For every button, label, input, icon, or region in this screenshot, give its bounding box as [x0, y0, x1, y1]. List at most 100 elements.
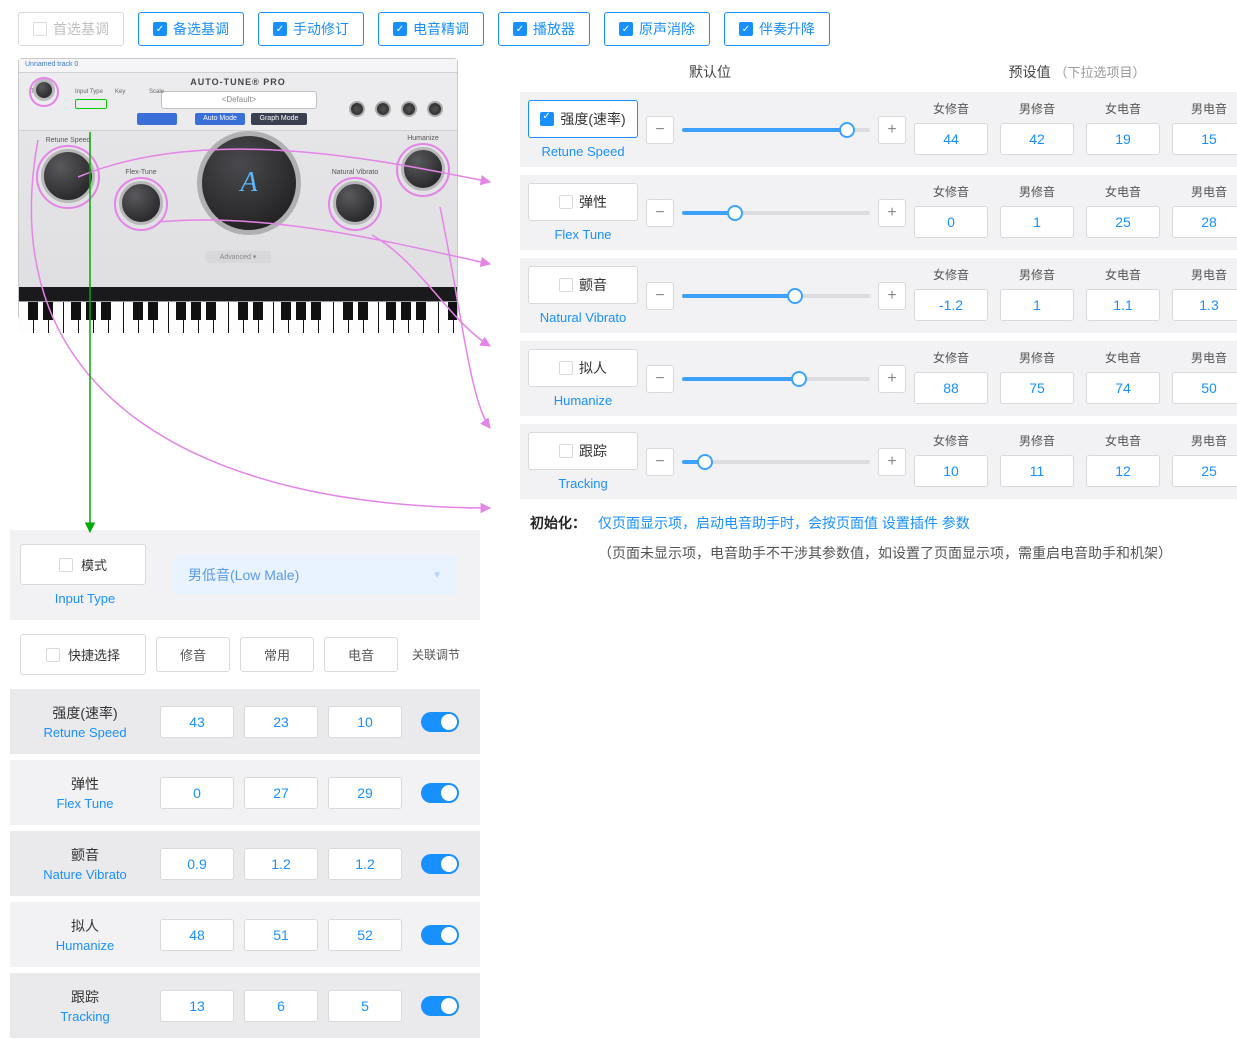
param-checkbox[interactable]: 跟踪	[528, 432, 638, 470]
preset-value-input[interactable]: 25	[1172, 455, 1237, 487]
tracking-knob[interactable]	[33, 79, 55, 101]
plus-button[interactable]: +	[878, 116, 906, 144]
quick-val-0[interactable]: 0.9	[160, 848, 234, 880]
quick-val-0[interactable]: 43	[160, 706, 234, 738]
param-checkbox[interactable]: 拟人	[528, 349, 638, 387]
preset-value-input[interactable]: 44	[914, 123, 988, 155]
preset-value-input[interactable]: 19	[1086, 123, 1160, 155]
param-slider[interactable]	[682, 294, 870, 298]
quick-select-checkbox[interactable]: 快捷选择	[20, 634, 146, 675]
plus-button[interactable]: +	[878, 199, 906, 227]
preset-value-input[interactable]: 88	[914, 372, 988, 404]
quick-val-0[interactable]: 0	[160, 777, 234, 809]
slider-thumb[interactable]	[697, 454, 713, 470]
hdr-preset: 预设值	[1008, 64, 1050, 80]
tab-4[interactable]: ✓播放器	[498, 12, 590, 46]
minus-button[interactable]: −	[646, 116, 674, 144]
tab-3[interactable]: ✓电音精调	[378, 12, 484, 46]
minus-button[interactable]: −	[646, 282, 674, 310]
humanize-knob[interactable]	[401, 147, 445, 191]
auto-mode-button[interactable]: Auto Mode	[195, 113, 245, 125]
quick-val-1[interactable]: 27	[244, 777, 318, 809]
param-checkbox[interactable]: 颤音	[528, 266, 638, 304]
preset-value-input[interactable]: 1	[1000, 289, 1074, 321]
input-type-dropdown[interactable]: 男低音(Low Male) ▼	[174, 555, 456, 595]
preset-value-input[interactable]: 42	[1000, 123, 1074, 155]
minus-button[interactable]: −	[646, 448, 674, 476]
quick-val-2[interactable]: 10	[328, 706, 402, 738]
graph-mode-button[interactable]: Graph Mode	[251, 113, 307, 125]
plus-button[interactable]: +	[878, 448, 906, 476]
link-switch[interactable]	[421, 712, 459, 732]
preset-value-input[interactable]: 10	[914, 455, 988, 487]
tab-2[interactable]: ✓手动修订	[258, 12, 364, 46]
preset-hdr: 男电音	[1172, 349, 1237, 366]
link-switch[interactable]	[421, 996, 459, 1016]
center-dial[interactable]: A	[197, 131, 301, 235]
preset-value-input[interactable]: 74	[1086, 372, 1160, 404]
preset-value-input[interactable]: 28	[1172, 206, 1237, 238]
preset-value-input[interactable]: -1.2	[914, 289, 988, 321]
preset-value-input[interactable]: 1.3	[1172, 289, 1237, 321]
autokey-button[interactable]	[137, 113, 177, 125]
advanced-toggle[interactable]: Advanced ▾	[206, 251, 271, 263]
quick-val-1[interactable]: 6	[244, 990, 318, 1022]
preset-value-input[interactable]: 12	[1086, 455, 1160, 487]
col-hdr-2[interactable]: 电音	[324, 637, 398, 672]
plus-button[interactable]: +	[878, 282, 906, 310]
preset-hdr: 女修音	[914, 266, 988, 283]
param-slider[interactable]	[682, 128, 870, 132]
preset-value-input[interactable]: 11	[1000, 455, 1074, 487]
flex-tune-knob[interactable]	[119, 181, 163, 225]
preset-value-input[interactable]: 50	[1172, 372, 1237, 404]
link-switch[interactable]	[421, 783, 459, 803]
transpose-knob[interactable]	[375, 101, 391, 117]
preset-value-input[interactable]: 15	[1172, 123, 1237, 155]
tab-1[interactable]: ✓备选基调	[138, 12, 244, 46]
quick-val-2[interactable]: 52	[328, 919, 402, 951]
retune-speed-knob[interactable]	[41, 149, 95, 203]
quick-val-2[interactable]: 29	[328, 777, 402, 809]
quick-val-2[interactable]: 1.2	[328, 848, 402, 880]
quick-val-1[interactable]: 51	[244, 919, 318, 951]
slider-thumb[interactable]	[787, 288, 803, 304]
plugin-preset-dropdown[interactable]: <Default>	[161, 91, 317, 109]
preset-value-input[interactable]: 1.1	[1086, 289, 1160, 321]
col-hdr-0[interactable]: 修音	[156, 637, 230, 672]
formant-knob[interactable]	[349, 101, 365, 117]
minus-button[interactable]: −	[646, 199, 674, 227]
quick-val-0[interactable]: 48	[160, 919, 234, 951]
slider-thumb[interactable]	[839, 122, 855, 138]
quick-val-2[interactable]: 5	[328, 990, 402, 1022]
quick-val-0[interactable]: 13	[160, 990, 234, 1022]
link-switch[interactable]	[421, 925, 459, 945]
quick-val-1[interactable]: 23	[244, 706, 318, 738]
tab-5[interactable]: ✓原声消除	[604, 12, 710, 46]
param-slider[interactable]	[682, 460, 870, 464]
param-checkbox[interactable]: 弹性	[528, 183, 638, 221]
preset-value-input[interactable]: 75	[1000, 372, 1074, 404]
plugin-keyboard[interactable]	[19, 301, 457, 333]
preset-value-input[interactable]: 0	[914, 206, 988, 238]
plus-button[interactable]: +	[878, 365, 906, 393]
quick-row-humanize: 拟人 Humanize 48 51 52	[10, 902, 480, 973]
param-checkbox[interactable]: 强度(速率)	[528, 100, 638, 138]
tab-6[interactable]: ✓伴奏升降	[724, 12, 830, 46]
tab-label: 手动修订	[293, 19, 349, 39]
mode-checkbox[interactable]: 模式	[20, 544, 146, 585]
quick-val-1[interactable]: 1.2	[244, 848, 318, 880]
minus-button[interactable]: −	[646, 365, 674, 393]
detune-knob[interactable]	[401, 101, 417, 117]
param-slider[interactable]	[682, 211, 870, 215]
col-hdr-1[interactable]: 常用	[240, 637, 314, 672]
mix-knob[interactable]	[427, 101, 443, 117]
param-slider[interactable]	[682, 377, 870, 381]
link-switch[interactable]	[421, 854, 459, 874]
preset-value-input[interactable]: 1	[1000, 206, 1074, 238]
init-line2: （页面未显示项，电音助手不干涉其参数值，如设置了页面显示项，需重启电音助手和机架…	[520, 539, 1237, 563]
preset-hdr: 女电音	[1086, 183, 1160, 200]
slider-thumb[interactable]	[727, 205, 743, 221]
preset-value-input[interactable]: 25	[1086, 206, 1160, 238]
slider-thumb[interactable]	[791, 371, 807, 387]
natural-vibrato-knob[interactable]	[333, 181, 377, 225]
